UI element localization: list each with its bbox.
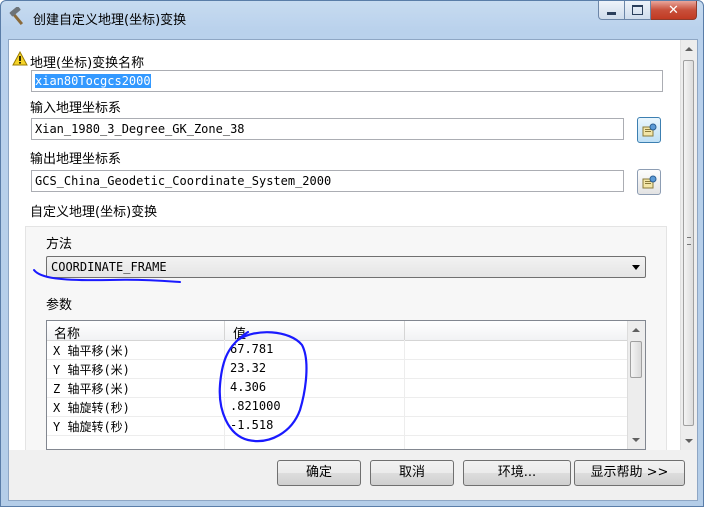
params-table-header: 名称 值 [47,321,629,342]
warning-icon [12,50,28,66]
column-header-name[interactable]: 名称 [54,323,80,342]
table-row[interactable]: Z 轴平移(米) 4.306 [47,379,629,398]
spatial-reference-icon [642,123,657,141]
dialog-window: 创建自定义地理(坐标)变换 ✕ 地理(坐标)变换名称 xian80Tocgcs2… [0,0,704,507]
column-divider[interactable] [404,321,405,340]
maximize-button[interactable] [625,1,651,20]
table-row[interactable]: Y 轴旋转(秒) -1.518 [47,417,629,436]
close-button[interactable]: ✕ [651,1,697,20]
ok-button[interactable]: 确定 [277,460,361,486]
minimize-button[interactable] [598,1,625,20]
param-value[interactable]: 4.306 [230,380,266,394]
output-gcs-field[interactable]: GCS_China_Geodetic_Coordinate_System_200… [31,170,624,192]
param-name: Z 轴平移(米) [53,382,130,396]
params-table[interactable]: 名称 值 X 轴平移(米) 67.781 Y 轴平移(米) 23.32 Z 轴平… [46,320,646,450]
param-name: Y 轴平移(米) [53,363,130,377]
grip-icon [687,237,691,245]
scroll-thumb[interactable] [630,341,642,378]
minimize-icon [607,11,616,15]
param-name: Y 轴旋转(秒) [53,420,130,434]
method-value: COORDINATE_FRAME [51,260,167,274]
transform-name-label: 地理(坐标)变换名称 [30,56,145,71]
scroll-up-icon[interactable] [632,328,640,332]
output-gcs-label: 输出地理坐标系 [30,152,122,167]
scroll-down-icon[interactable] [632,438,640,442]
scroll-up-icon[interactable] [685,47,693,51]
spatial-reference-icon [642,175,657,193]
method-label: 方法 [46,237,73,252]
method-dropdown[interactable]: COORDINATE_FRAME [46,256,646,278]
environments-button[interactable]: 环境... [463,460,571,486]
params-table-scrollbar[interactable] [627,321,645,449]
table-row[interactable]: Y 轴平移(米) 23.32 [47,360,629,379]
scroll-thumb[interactable] [683,60,694,426]
custom-transform-label: 自定义地理(坐标)变换 [30,205,158,220]
param-value[interactable]: 67.781 [230,342,273,356]
transform-name-value: xian80Tocgcs2000 [35,74,151,88]
transform-name-input[interactable]: xian80Tocgcs2000 [31,70,663,92]
pane-scrollbar[interactable] [680,40,697,450]
cancel-button[interactable]: 取消 [370,460,454,486]
parameters-pane: 地理(坐标)变换名称 xian80Tocgcs2000 输入地理坐标系 Xian… [9,40,681,450]
output-gcs-browse-button[interactable] [637,169,661,195]
window-title: 创建自定义地理(坐标)变换 [33,13,187,28]
param-name: X 轴旋转(秒) [53,401,130,415]
hammer-icon [7,6,27,27]
table-row[interactable]: X 轴旋转(秒) .821000 [47,398,629,417]
close-icon: ✕ [668,2,679,18]
params-label: 参数 [46,298,73,313]
param-name: X 轴平移(米) [53,344,130,358]
chevron-down-icon [632,265,640,270]
dialog-body: 地理(坐标)变换名称 xian80Tocgcs2000 输入地理坐标系 Xian… [8,39,698,501]
show-help-button[interactable]: 显示帮助 >> [574,460,685,486]
scroll-down-icon[interactable] [685,439,693,443]
column-divider[interactable] [224,321,225,340]
input-gcs-field[interactable]: Xian_1980_3_Degree_GK_Zone_38 [31,118,624,140]
param-value[interactable]: 23.32 [230,361,266,375]
table-row[interactable]: X 轴平移(米) 67.781 [47,341,629,360]
column-header-value[interactable]: 值 [233,323,246,342]
param-value[interactable]: -1.518 [230,418,273,432]
input-gcs-browse-button[interactable] [637,117,661,143]
param-value[interactable]: .821000 [230,399,281,413]
title-bar[interactable]: 创建自定义地理(坐标)变换 ✕ [1,1,703,33]
input-gcs-label: 输入地理坐标系 [30,101,122,116]
maximize-icon [632,5,643,15]
